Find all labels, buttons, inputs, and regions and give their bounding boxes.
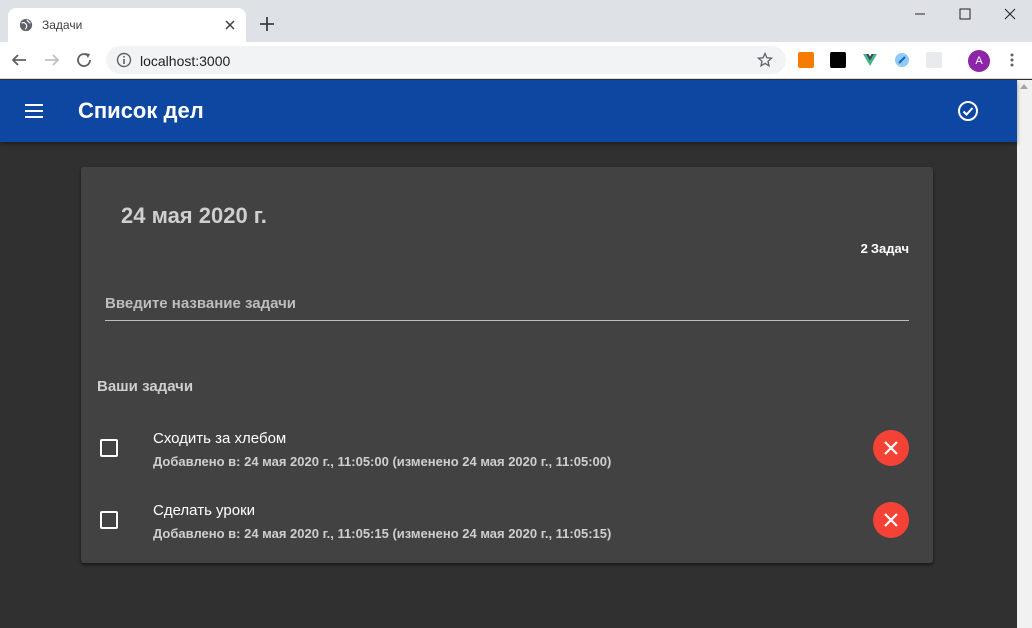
globe-icon [19, 18, 33, 32]
profile-avatar[interactable]: A [968, 50, 990, 72]
task-meta: Добавлено в: 24 мая 2020 г., 11:05:00 (и… [153, 454, 612, 469]
check-circle-icon[interactable] [956, 99, 980, 123]
app-bar: Список дел [0, 80, 1017, 142]
close-icon [884, 441, 898, 455]
delete-task-button[interactable] [873, 502, 909, 538]
todo-card: 24 мая 2020 г. 2Задач Ваши задачи Сходит… [81, 167, 933, 563]
extension-translate-icon[interactable] [798, 52, 814, 68]
reload-icon[interactable] [75, 51, 93, 69]
task-count-number: 2 [860, 241, 868, 256]
close-window-icon[interactable] [1000, 6, 1020, 22]
task-count-label: Задач [870, 241, 909, 256]
forward-icon[interactable] [43, 51, 61, 69]
delete-task-button[interactable] [873, 430, 909, 466]
new-tab-icon[interactable] [258, 15, 276, 33]
task-count: 2 Задач [861, 241, 909, 256]
back-icon[interactable] [10, 51, 28, 69]
browser-toolbar: localhost:3000 A [0, 42, 1032, 79]
task-checkbox[interactable] [100, 511, 118, 529]
url-text: localhost:3000 [140, 53, 231, 69]
current-date: 24 мая 2020 г. [121, 203, 267, 228]
minimize-icon[interactable] [910, 6, 930, 22]
scroll-up-arrow-icon[interactable] [1020, 84, 1028, 89]
task-item: Сделать уроки Добавлено в: 24 мая 2020 г… [81, 493, 933, 553]
task-title: Сходить за хлебом [153, 430, 287, 447]
close-icon [884, 513, 898, 527]
info-icon[interactable] [116, 52, 132, 68]
task-checkbox[interactable] [100, 439, 118, 457]
task-meta: Добавлено в: 24 мая 2020 г., 11:05:15 (и… [153, 526, 612, 541]
task-title: Сделать уроки [153, 502, 256, 519]
tab-title: Задачи [42, 18, 83, 32]
page-scrollbar[interactable] [1017, 80, 1032, 628]
browser-tab-strip: Задачи [0, 0, 1032, 42]
more-menu-icon[interactable] [1004, 52, 1020, 68]
menu-icon[interactable] [24, 101, 44, 121]
browser-tab[interactable]: Задачи [8, 8, 246, 42]
extension-vue-icon[interactable] [862, 52, 878, 68]
extension-circle-icon[interactable] [894, 52, 910, 68]
bookmark-star-icon[interactable] [757, 52, 773, 68]
app-title: Список дел [78, 98, 204, 123]
task-item: Сходить за хлебом Добавлено в: 24 мая 20… [81, 421, 933, 481]
section-title: Ваши задачи [97, 378, 194, 395]
close-tab-icon[interactable] [222, 17, 238, 33]
maximize-icon[interactable] [955, 6, 975, 22]
extension-jetbrains-icon[interactable] [830, 52, 846, 68]
address-bar[interactable]: localhost:3000 [106, 46, 786, 74]
task-name-input[interactable] [105, 287, 909, 321]
extension-puzzle-icon[interactable] [926, 52, 942, 68]
